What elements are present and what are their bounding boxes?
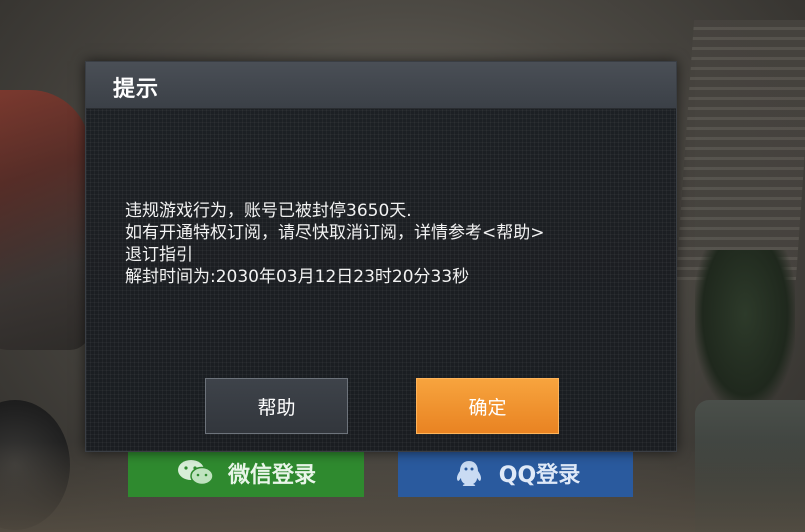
message-line-subscription: 如有开通特权订阅，请尽快取消订阅，详情参考<帮助> — [125, 223, 545, 243]
game-login-screen: 微信登录 QQ登录 提示 违规游戏行为，账号已被封停3650天. 如有开通特权订… — [0, 0, 805, 532]
qq-login-label: QQ登录 — [498, 463, 581, 488]
dialog-title: 提示 — [113, 77, 160, 102]
wechat-login-button[interactable]: 微信登录 — [128, 449, 364, 497]
dialog-message: 违规游戏行为，账号已被封停3650天. 如有开通特权订阅，请尽快取消订阅，详情参… — [125, 200, 645, 288]
background-tree — [695, 250, 795, 410]
message-line-unsubscribe-guide: 退订指引 — [125, 245, 193, 265]
background-tower — [675, 20, 805, 280]
confirm-button[interactable]: 确定 — [416, 378, 559, 434]
message-line-ban: 违规游戏行为，账号已被封停3650天. — [125, 201, 412, 221]
background-mech-figure — [0, 90, 90, 350]
qq-icon — [451, 458, 487, 488]
message-line-unban-time: 解封时间为:2030年03月12日23时20分33秒 — [125, 267, 470, 287]
dialog-header: 提示 — [86, 62, 676, 109]
help-button[interactable]: 帮助 — [205, 378, 348, 434]
ban-notice-dialog: 提示 违规游戏行为，账号已被封停3650天. 如有开通特权订阅，请尽快取消订阅，… — [85, 61, 677, 452]
wechat-icon — [176, 458, 216, 488]
qq-login-button[interactable]: QQ登录 — [398, 449, 633, 497]
wechat-login-label: 微信登录 — [227, 463, 316, 488]
